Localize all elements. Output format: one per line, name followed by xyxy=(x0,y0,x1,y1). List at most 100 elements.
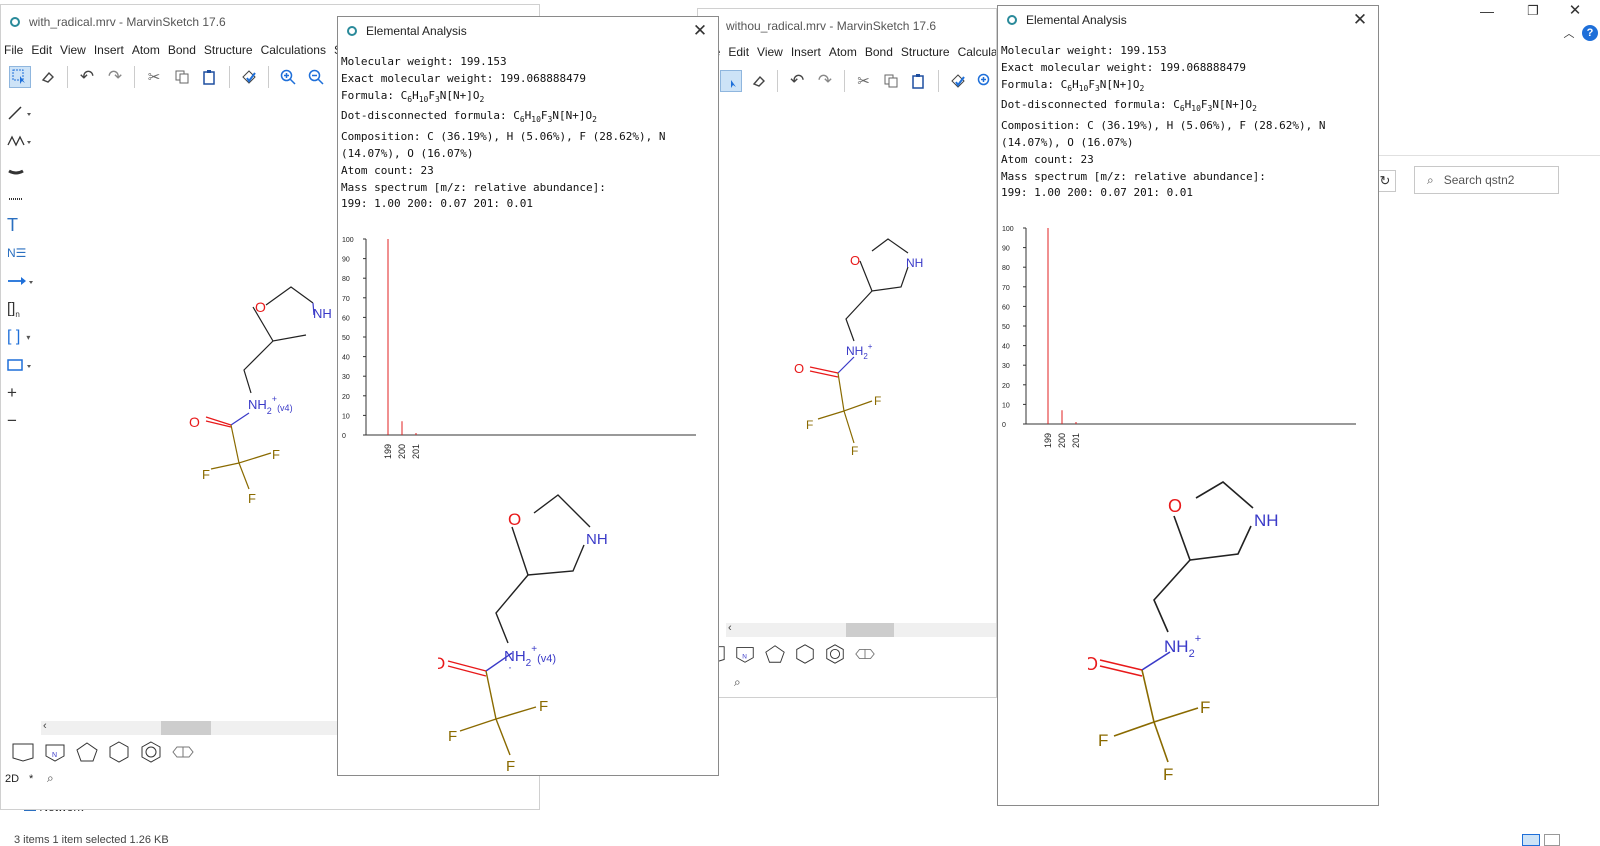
left-sketch-molecule[interactable]: O NH NH2+(v4) O F F F xyxy=(181,275,341,505)
bold-bond-tool[interactable] xyxy=(1,155,39,183)
cyclopentane-template-icon[interactable] xyxy=(75,741,99,763)
scrollbar-thumb[interactable] xyxy=(161,721,211,735)
menu-bond[interactable]: Bond xyxy=(862,45,898,59)
menu-calculations[interactable]: Calculations xyxy=(258,43,331,57)
pyrrole-template-icon[interactable]: N xyxy=(43,741,67,763)
menu-atom[interactable]: Atom xyxy=(129,43,165,57)
copy-button[interactable] xyxy=(880,70,902,92)
hashed-bond-tool[interactable] xyxy=(1,183,39,211)
y-tick-label: 20 xyxy=(342,394,350,401)
chevron-up-icon[interactable]: ︿ xyxy=(1560,25,1578,43)
naphthalene-template-icon[interactable] xyxy=(171,741,195,763)
status-mode: 2D xyxy=(5,773,20,785)
arrow-tool[interactable] xyxy=(1,267,39,295)
scroll-left-icon[interactable]: ‹ xyxy=(43,720,47,732)
charge-label: + xyxy=(868,342,873,351)
paste-button[interactable] xyxy=(908,70,930,92)
search-input[interactable]: ⌕ Search qstn2 xyxy=(1414,166,1559,194)
cyclopropane-template-icon[interactable] xyxy=(11,741,35,763)
mass-spectrum-values: 199: 1.00 200: 0.07 201: 0.01 xyxy=(341,197,534,211)
chain-tool[interactable] xyxy=(1,127,39,155)
redo-button[interactable]: ↷ xyxy=(104,66,126,88)
eraser-icon xyxy=(752,75,765,87)
select-tool-button[interactable] xyxy=(720,70,742,92)
y-tick-label: 90 xyxy=(1002,246,1010,253)
help-icon[interactable]: ? xyxy=(1582,25,1598,41)
cyclohexane-template-icon[interactable] xyxy=(107,741,131,763)
menu-edit[interactable]: Edit xyxy=(725,45,754,59)
scissors-icon: ✂ xyxy=(857,73,870,90)
rectangle-icon xyxy=(7,359,31,371)
cut-button[interactable]: ✂ xyxy=(143,66,165,88)
close-icon[interactable]: ✕ xyxy=(690,21,710,41)
y-tick-label: 20 xyxy=(1002,383,1010,390)
text-tool[interactable]: T xyxy=(1,211,39,239)
select-tool-button[interactable] xyxy=(9,66,31,88)
scrollbar-thumb[interactable] xyxy=(846,623,894,637)
menu-edit[interactable]: Edit xyxy=(28,43,57,57)
details-view-icon[interactable] xyxy=(1522,834,1540,846)
bold-bond-icon xyxy=(8,169,24,175)
menu-structure[interactable]: Structure xyxy=(201,43,258,57)
erase-tool-button[interactable] xyxy=(748,70,770,92)
menu-file[interactable]: File xyxy=(1,43,28,57)
formula-line: Formula: C6H10F3N[N+]O2 xyxy=(341,88,485,104)
negative-charge-tool[interactable]: − xyxy=(1,407,39,435)
status-search-icon[interactable]: ⌕ xyxy=(47,771,54,786)
menu-view[interactable]: View xyxy=(57,43,91,57)
erase-tool-button[interactable] xyxy=(37,66,59,88)
marvin-app-icon xyxy=(10,17,20,27)
scroll-left-icon[interactable]: ‹ xyxy=(728,622,732,634)
title-bar: withou_radical.mrv - MarvinSketch 17.6 xyxy=(698,11,996,41)
atom-label-tool[interactable]: N☰ xyxy=(1,239,39,267)
mass-spectrum-chart: 0 10 20 30 40 50 60 70 80 90 100 199 200 201 xyxy=(342,237,696,459)
zoom-in-button[interactable] xyxy=(974,70,996,92)
horizontal-scrollbar[interactable]: ‹ xyxy=(726,622,996,637)
status-search-icon[interactable]: ⌕ xyxy=(734,675,741,690)
y-tick-label: 100 xyxy=(342,237,354,244)
cut-button[interactable]: ✂ xyxy=(853,70,875,92)
positive-charge-tool[interactable]: + xyxy=(1,379,39,407)
window-close-button[interactable]: ✕ xyxy=(1560,0,1590,22)
bracket-n-icon: []n xyxy=(7,299,20,319)
close-icon[interactable]: ✕ xyxy=(1350,10,1370,30)
cyclopentane-template-icon[interactable] xyxy=(764,643,786,665)
check-structure-button[interactable] xyxy=(238,66,260,88)
cyclohexane-template-icon[interactable] xyxy=(794,643,816,665)
single-bond-tool[interactable] xyxy=(1,99,39,127)
rectangle-tool[interactable] xyxy=(1,351,39,379)
menu-view[interactable]: View xyxy=(754,45,788,59)
menu-atom[interactable]: Atom xyxy=(826,45,862,59)
redo-icon: ↷ xyxy=(817,71,832,90)
check-structure-button[interactable] xyxy=(947,70,969,92)
paste-button[interactable] xyxy=(199,66,221,88)
undo-button[interactable]: ↶ xyxy=(76,66,98,88)
zoom-in-button[interactable] xyxy=(277,66,299,88)
pyrrole-template-icon[interactable]: N xyxy=(734,643,756,665)
menu-calculations[interactable]: Calcula xyxy=(955,45,996,59)
dialog-title-bar: Elemental Analysis xyxy=(346,17,467,45)
menu-insert[interactable]: Insert xyxy=(788,45,826,59)
bracket-tool[interactable]: [ ] ▾ xyxy=(1,323,39,351)
zoom-out-button[interactable] xyxy=(305,66,327,88)
tiles-view-icon[interactable] xyxy=(1544,834,1560,846)
analysis-molecule: O NH NH2+ O F F F xyxy=(1088,481,1279,784)
template-toolbar: N xyxy=(11,741,195,763)
y-tick-label: 0 xyxy=(1002,422,1006,429)
menu-structure[interactable]: Structure xyxy=(898,45,955,59)
window-minimize-button[interactable]: — xyxy=(1472,0,1502,22)
svg-text:N: N xyxy=(52,752,57,759)
middle-sketch-molecule[interactable]: O NH NH2+ O F F F xyxy=(788,231,938,471)
menu-bond[interactable]: Bond xyxy=(165,43,201,57)
toolbar-separator xyxy=(843,70,845,92)
redo-button[interactable]: ↷ xyxy=(814,70,836,92)
undo-button[interactable]: ↶ xyxy=(786,70,808,92)
benzene-template-icon[interactable] xyxy=(139,741,163,763)
carbonyl-oxygen-label: O xyxy=(1088,654,1098,674)
copy-button[interactable] xyxy=(171,66,193,88)
benzene-template-icon[interactable] xyxy=(824,643,846,665)
sgroup-bracket-tool[interactable]: []n xyxy=(1,295,39,323)
naphthalene-template-icon[interactable] xyxy=(854,643,876,665)
menu-insert[interactable]: Insert xyxy=(91,43,129,57)
window-restore-button[interactable]: ❐ xyxy=(1518,0,1548,22)
